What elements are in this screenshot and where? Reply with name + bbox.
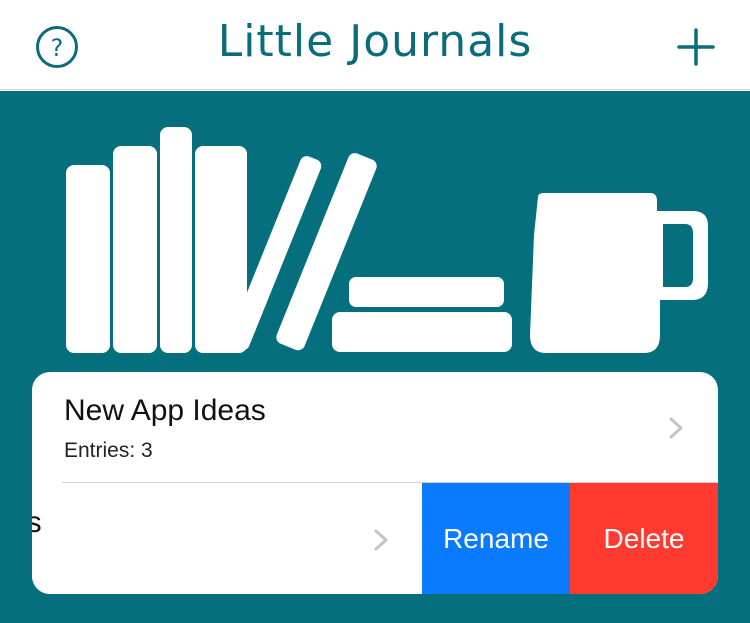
chevron-right-icon xyxy=(374,529,388,551)
book-1 xyxy=(66,165,110,353)
rename-button[interactable]: Rename xyxy=(422,483,570,594)
journal-row[interactable]: New App Ideas Entries: 3 xyxy=(32,372,718,482)
mug xyxy=(530,193,708,353)
bookshelf-illustration xyxy=(66,127,708,353)
book-7 xyxy=(349,277,504,307)
journal-list-area: New App Ideas Entries: 3 es Rename Delet… xyxy=(0,91,750,623)
book-2 xyxy=(113,146,157,353)
journal-title: New App Ideas xyxy=(64,394,266,427)
navigation-bar: ? Little Journals xyxy=(0,0,750,90)
journal-title: es xyxy=(32,506,42,539)
add-journal-icon[interactable] xyxy=(676,27,716,67)
journal-entry-count: Entries: 3 xyxy=(64,439,153,462)
book-8 xyxy=(332,312,512,352)
book-3 xyxy=(160,127,192,353)
journal-list-card: New App Ideas Entries: 3 es Rename Delet… xyxy=(32,372,718,594)
journal-row-swiped[interactable]: es xyxy=(32,483,422,594)
page-title: Little Journals xyxy=(217,16,533,67)
delete-button[interactable]: Delete xyxy=(570,483,718,594)
chevron-right-icon xyxy=(669,417,683,439)
